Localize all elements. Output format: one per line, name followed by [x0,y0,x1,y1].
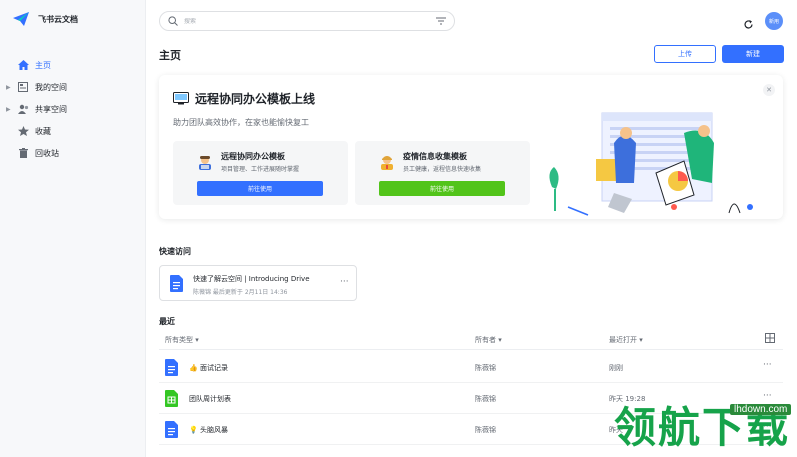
banner-subtitle: 助力团队高效协作，在家也能愉快复工 [173,118,309,127]
file-name: 👍 面试记录 [189,364,228,372]
file-name: 团队周计划表 [189,395,231,403]
sidebar-item-label: 我的空间 [35,82,67,92]
home-icon [16,58,30,72]
sidebar: 飞书云文档 主页 ▶ 我的空间 ▶ 共享空间 收藏 回收站 [0,0,146,457]
column-opened-filter[interactable]: 最近打开 ▾ [609,335,643,345]
worker-emoji-icon [199,156,211,170]
column-owner-filter[interactable]: 所有者 ▾ [475,335,502,345]
more-options-icon[interactable]: ··· [763,360,772,370]
use-template-button[interactable]: 前往使用 [197,181,323,196]
grid-view-icon[interactable] [765,333,775,345]
app-name: 飞书云文档 [38,14,78,24]
file-owner: 陈薇锦 [475,426,496,434]
trash-icon [16,146,30,160]
users-icon [16,102,30,116]
sidebar-item-label: 收藏 [35,126,51,136]
monitor-icon [173,92,189,105]
expand-caret-icon[interactable]: ▶ [6,84,16,91]
site-watermark: 领航下载 lhdown.com [612,398,797,457]
template-card-epidemic-info[interactable]: 疫情信息收集模板 员工健康，返程信息快速收集 前往使用 [355,141,530,205]
page-title: 主页 [159,49,181,62]
folder-icon [16,80,30,94]
upload-button[interactable]: 上传 [654,45,716,63]
new-button[interactable]: 新建 [722,45,784,63]
promo-banner: 远程协同办公模板上线 助力团队高效协作，在家也能愉快复工 ✕ 远程协同办公模板 … [159,75,783,219]
refresh-icon[interactable] [743,15,754,34]
quick-access-name: 快速了解云空间 | Introducing Drive [193,275,310,283]
filter-icon[interactable] [436,17,446,25]
sidebar-item-my-space[interactable]: ▶ 我的空间 [0,76,146,98]
remote-collaboration-illustration [549,112,753,216]
sidebar-item-favorites[interactable]: 收藏 [0,120,146,142]
sidebar-item-trash[interactable]: 回收站 [0,142,146,164]
template-title: 远程协同办公模板 [221,152,285,161]
paper-plane-icon [13,12,29,26]
search-input[interactable] [184,17,436,25]
recent-table-header: 所有类型 ▾ 所有者 ▾ 最近打开 ▾ [159,332,783,350]
recent-title: 最近 [159,317,175,326]
watermark-url: lhdown.com [730,404,792,415]
sidebar-item-label: 回收站 [35,148,59,158]
health-worker-emoji-icon [381,156,393,170]
banner-title: 远程协同办公模板上线 [173,90,315,107]
search-icon [168,16,178,26]
sidebar-item-home[interactable]: 主页 [0,54,146,76]
sidebar-item-label: 共享空间 [35,104,67,114]
template-title: 疫情信息收集模板 [403,152,467,161]
use-template-button[interactable]: 前往使用 [379,181,505,196]
sidebar-nav: 主页 ▶ 我的空间 ▶ 共享空间 收藏 回收站 [0,54,146,164]
star-icon [16,124,30,138]
doc-icon [165,421,178,438]
more-options-icon[interactable]: ··· [340,277,349,287]
close-icon[interactable]: ✕ [763,84,775,96]
column-type-filter[interactable]: 所有类型 ▾ [165,335,199,345]
file-name: 💡 头脑风暴 [189,426,228,434]
doc-icon [165,359,178,376]
app-logo[interactable]: 飞书云文档 [12,11,78,27]
sidebar-item-shared-space[interactable]: ▶ 共享空间 [0,98,146,120]
expand-caret-icon[interactable]: ▶ [6,106,16,113]
template-desc: 员工健康，返程信息快速收集 [403,166,482,173]
quick-access-title: 快速访问 [159,247,191,256]
file-owner: 陈薇锦 [475,395,496,403]
table-row[interactable]: 👍 面试记录 陈薇锦 刚刚 ··· [159,352,783,383]
search-bar[interactable] [159,11,455,31]
avatar[interactable]: 新用 [765,12,783,30]
template-desc: 项目管理、工作进展随时掌握 [221,166,300,173]
quick-access-card[interactable]: 快速了解云空间 | Introducing Drive 陈薇锦 最后更新于 2月… [159,265,357,301]
sheet-icon [165,390,178,407]
file-owner: 陈薇锦 [475,364,496,372]
sidebar-item-label: 主页 [35,60,51,70]
template-card-remote-office[interactable]: 远程协同办公模板 项目管理、工作进展随时掌握 前往使用 [173,141,348,205]
quick-access-meta: 陈薇锦 最后更新于 2月11日 14:36 [193,289,288,296]
doc-icon [170,275,183,292]
file-opened: 刚刚 [609,364,623,372]
